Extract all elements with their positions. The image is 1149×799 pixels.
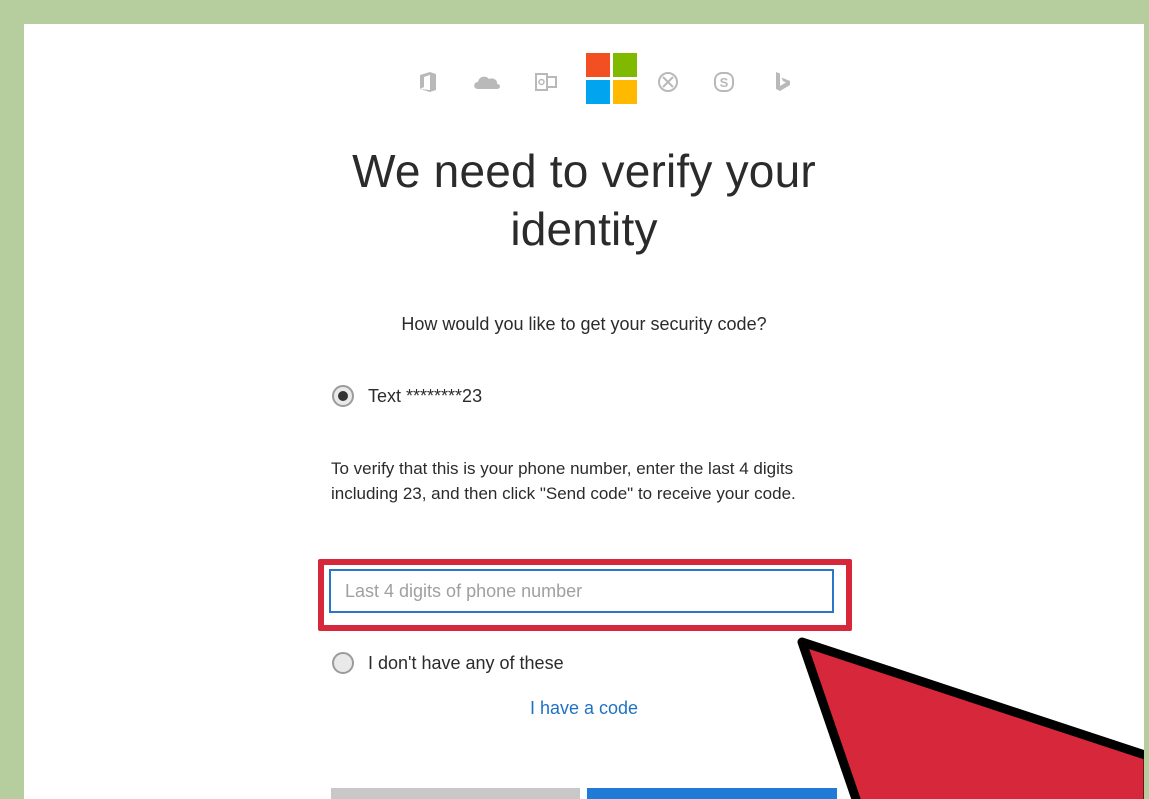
text-option-radio[interactable] bbox=[332, 385, 354, 407]
text-option[interactable]: Text ********23 bbox=[332, 383, 482, 409]
none-option-radio[interactable] bbox=[332, 652, 354, 674]
cancel-button[interactable] bbox=[331, 788, 580, 799]
xbox-icon bbox=[658, 72, 678, 92]
onedrive-icon bbox=[474, 76, 500, 89]
none-option[interactable]: I don't have any of these bbox=[332, 650, 564, 676]
have-code-link[interactable]: I have a code bbox=[474, 698, 694, 719]
svg-text:S: S bbox=[720, 75, 729, 90]
text-option-label: Text ********23 bbox=[368, 385, 483, 406]
microsoft-logo bbox=[586, 53, 638, 105]
bing-icon bbox=[776, 72, 790, 91]
none-option-label: I don't have any of these bbox=[368, 652, 564, 673]
skype-icon: S bbox=[714, 72, 734, 92]
security-code-question: How would you like to get your security … bbox=[401, 314, 767, 334]
outlook-icon bbox=[535, 73, 557, 91]
instructions-text: To verify that this is your phone number… bbox=[331, 459, 796, 503]
verify-identity-page: S We need to verify your identity How wo… bbox=[24, 24, 1144, 799]
page-title: We need to verify your identity bbox=[352, 145, 816, 255]
annotation-arrow bbox=[797, 637, 1144, 799]
product-icons-row: S bbox=[394, 50, 814, 110]
phone-digits-input[interactable] bbox=[329, 569, 834, 613]
office-icon bbox=[420, 72, 436, 92]
